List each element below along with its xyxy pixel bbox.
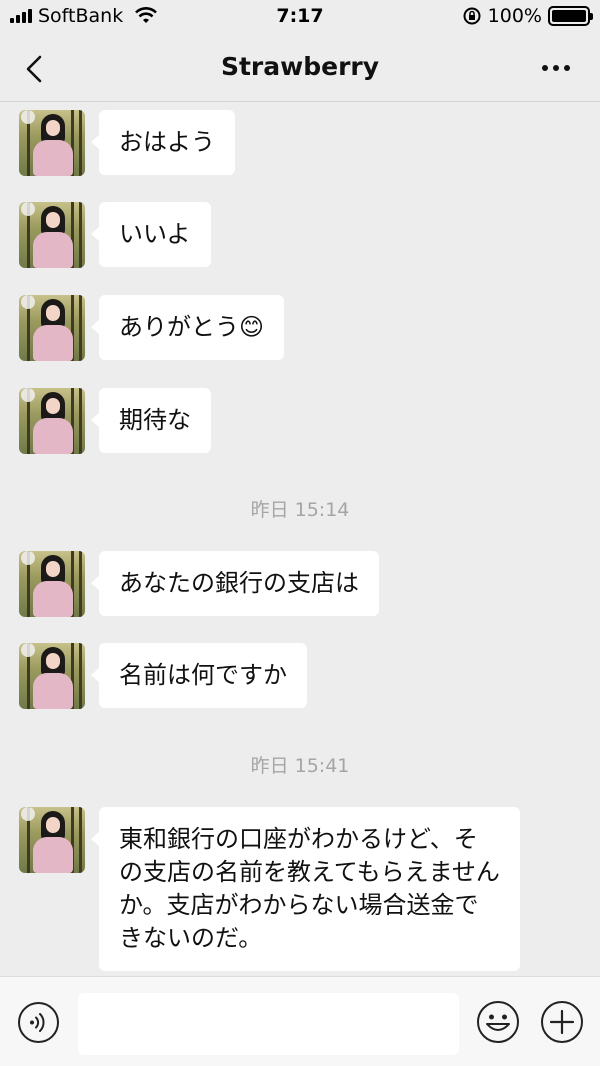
avatar[interactable] — [19, 295, 85, 361]
status-right: 100% — [462, 5, 593, 27]
avatar[interactable] — [19, 388, 85, 454]
message-input[interactable] — [78, 993, 459, 1055]
time-separator: 昨日 15:14 — [250, 499, 350, 521]
message-bubble[interactable]: ありがとう😊 — [90, 295, 285, 360]
voice-icon[interactable] — [17, 1001, 60, 1044]
rotation-lock-icon — [463, 7, 481, 25]
message-bubble[interactable]: 東和銀行の口座がわかるけど、その支店の名前を教えてもらえませんか。支店がわからな… — [91, 807, 520, 971]
avatar[interactable] — [19, 807, 85, 873]
avatar[interactable] — [19, 643, 85, 709]
more-dots-icon[interactable] — [542, 58, 576, 78]
message-bubble[interactable]: おはよう — [91, 110, 235, 175]
status-bar: SoftBank 7:17 100% — [0, 0, 600, 34]
chat-title: Strawberry — [220, 52, 380, 81]
avatar[interactable] — [19, 202, 85, 268]
avatar[interactable] — [19, 551, 85, 617]
message-bubble[interactable]: あなたの銀行の支店は — [91, 551, 379, 616]
battery-icon — [548, 6, 593, 26]
avatar[interactable] — [19, 110, 85, 176]
input-bar — [0, 976, 600, 1066]
chat-area[interactable]: おはよう いいよ ありがとう😊 期待な 昨日 15:14 あなたの銀行の支店は — [0, 103, 600, 975]
battery-label: 100% — [487, 5, 542, 27]
message-bubble[interactable]: 名前は何ですか — [91, 643, 307, 708]
message-bubble[interactable]: いいよ — [91, 202, 211, 267]
time-separator: 昨日 15:41 — [250, 755, 350, 777]
nav-bar: Strawberry — [0, 34, 600, 102]
emoji-icon[interactable] — [476, 1000, 520, 1044]
message-bubble[interactable]: 期待な — [91, 388, 211, 453]
plus-icon[interactable] — [540, 1000, 584, 1044]
